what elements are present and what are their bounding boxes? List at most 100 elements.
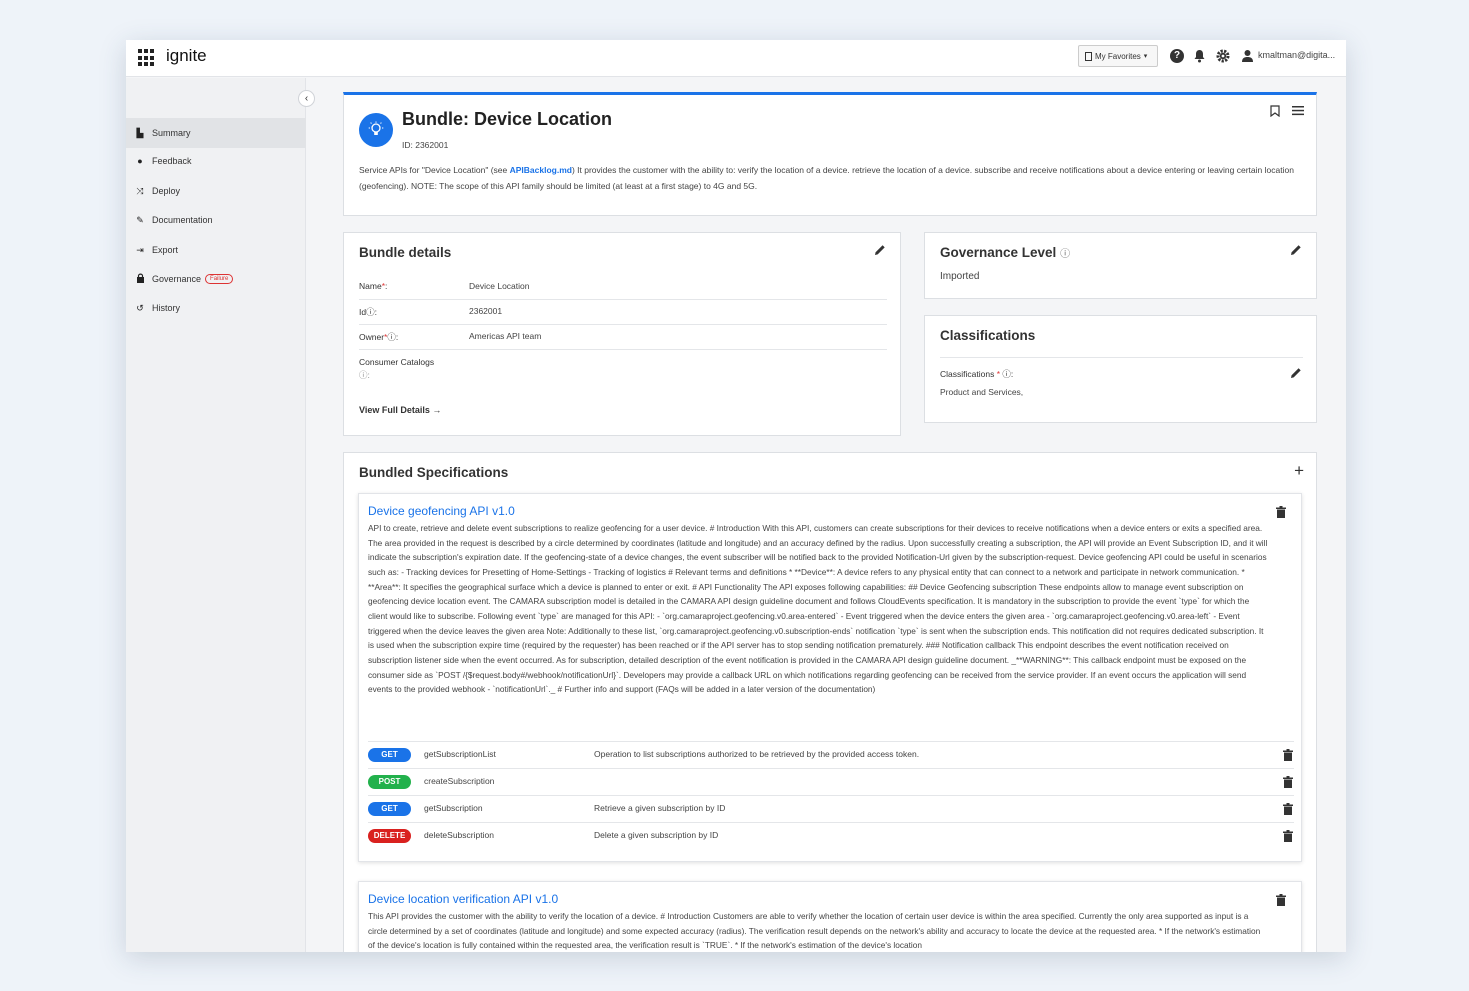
detail-row-name: Name*: Device Location [359, 281, 887, 300]
sidebar-item-label: Documentation [152, 215, 213, 225]
add-icon[interactable]: + [1294, 461, 1304, 481]
bundled-specifications-card: Bundled Specifications + Device geofenci… [343, 452, 1317, 952]
governance-value: Imported [940, 271, 980, 282]
spec-card: Device location verification API v1.0 Th… [358, 881, 1302, 952]
history-icon: ↺ [136, 302, 144, 313]
operation-row[interactable]: DELETE deleteSubscription Delete a given… [368, 822, 1294, 849]
edit-icon[interactable] [1290, 244, 1302, 256]
detail-label: Consumer Catalogs ⓘ: [359, 357, 435, 380]
sidebar: ▙ Summary ● Feedback ⤨ Deploy ✎ Document… [126, 78, 306, 952]
file-icon: ▙ [136, 127, 144, 138]
collapse-sidebar-button[interactable]: ‹ [298, 90, 315, 107]
lightbulb-icon [359, 113, 393, 147]
bookmark-icon[interactable] [1270, 105, 1280, 120]
bookmark-icon [1085, 51, 1092, 61]
sidebar-item-label: Governance [152, 274, 202, 284]
app-grid-icon[interactable] [138, 49, 156, 67]
help-icon: ⓘ [1060, 249, 1071, 260]
method-badge-post: POST [368, 775, 411, 789]
detail-value: 2362001 [469, 306, 503, 316]
detail-value: Americas API team [469, 331, 542, 341]
sidebar-item-label: Summary [152, 128, 191, 138]
user-icon[interactable] [1240, 49, 1254, 63]
edit-icon[interactable] [874, 244, 886, 256]
card-title: Classifications [940, 328, 1036, 343]
menu-icon[interactable] [1292, 105, 1304, 120]
trash-icon[interactable] [1282, 776, 1294, 791]
detail-row-consumer-catalogs: Consumer Catalogs ⓘ: [359, 356, 887, 386]
help-icon: ⓘ [387, 332, 396, 342]
brand-logo[interactable]: ignite [166, 46, 207, 66]
trash-icon[interactable] [1282, 803, 1294, 818]
operation-row[interactable]: GET getSubscriptionList Operation to lis… [368, 741, 1294, 768]
paperclip-icon: ✎ [136, 214, 144, 225]
spec-title-link[interactable]: Device geofencing API v1.0 [368, 504, 515, 518]
sidebar-item-summary[interactable]: ▙ Summary [126, 118, 306, 148]
spec-description: This API provides the customer with the … [368, 911, 1261, 951]
bundle-description: Service APIs for "Device Location" (see … [359, 162, 1303, 194]
operation-description: Delete a given subscription by ID [594, 830, 719, 840]
detail-value: Device Location [469, 281, 530, 291]
export-icon: ⇥ [136, 244, 144, 255]
operation-name: deleteSubscription [424, 830, 494, 840]
spec-card: Device geofencing API v1.0 API to create… [358, 493, 1302, 862]
bundle-header-card: Bundle: Device Location ID: 2362001 Serv… [343, 92, 1317, 216]
sidebar-item-label: History [152, 303, 181, 313]
card-title: Governance Level ⓘ [940, 245, 1071, 260]
classifications-label: Classifications * ⓘ: [940, 369, 1014, 379]
header-actions [1270, 105, 1304, 120]
sidebar-item-export[interactable]: ⇥ Export [126, 235, 306, 265]
user-name[interactable]: kmaltman@digita... [1258, 50, 1335, 60]
operation-description: Operation to list subscriptions authoriz… [594, 749, 920, 759]
sidebar-item-governance[interactable]: Governance Failure [126, 264, 306, 294]
card-title: Bundled Specifications [359, 465, 509, 480]
spec-title-link[interactable]: Device location verification API v1.0 [368, 892, 558, 906]
trash-icon[interactable] [1275, 894, 1287, 909]
trash-icon[interactable] [1282, 830, 1294, 845]
api-backlog-link[interactable]: APIBacklog.md [510, 165, 572, 175]
failure-badge: Failure [205, 274, 234, 284]
bell-icon[interactable] [1192, 49, 1206, 63]
edit-icon[interactable] [1290, 367, 1302, 379]
app-window: ignite My Favorites ▾ ? kmaltman@digita.… [126, 40, 1346, 952]
detail-row-id: Idⓘ: 2362001 [359, 306, 887, 325]
detail-label: Idⓘ: [359, 307, 377, 317]
sidebar-item-documentation[interactable]: ✎ Documentation [126, 205, 306, 235]
operation-row[interactable]: POST createSubscription [368, 768, 1294, 795]
operation-row[interactable]: GET getSubscription Retrieve a given sub… [368, 795, 1294, 822]
sidebar-item-label: Export [152, 245, 179, 255]
comment-icon: ● [137, 156, 143, 166]
description-prefix: Service APIs for "Device Location" (see [359, 165, 510, 175]
sidebar-item-label: Feedback [152, 156, 192, 166]
trash-icon[interactable] [1275, 506, 1287, 521]
method-badge-get: GET [368, 748, 411, 762]
help-icon[interactable]: ? [1170, 49, 1184, 63]
trash-icon[interactable] [1282, 749, 1294, 764]
help-icon: ⓘ [359, 370, 368, 380]
caret-down-icon: ▾ [1143, 53, 1148, 60]
gear-icon[interactable] [1216, 49, 1230, 63]
sidebar-item-history[interactable]: ↺ History [126, 293, 306, 323]
classifications-value: Product and Services, [940, 387, 1024, 397]
my-favorites-button[interactable]: My Favorites ▾ [1078, 45, 1158, 67]
sidebar-item-feedback[interactable]: ● Feedback [126, 146, 306, 176]
sidebar-item-deploy[interactable]: ⤨ Deploy [126, 176, 306, 206]
divider [940, 357, 1303, 358]
method-badge-delete: DELETE [368, 829, 411, 843]
help-icon: ⓘ [366, 307, 375, 317]
detail-label: Name*: [359, 281, 388, 291]
bundle-details-card: Bundle details Name*: Device Location Id… [343, 232, 901, 436]
card-title: Bundle details [359, 245, 452, 260]
bundle-id: ID: 2362001 [402, 140, 449, 150]
operation-name: createSubscription [424, 776, 495, 786]
operation-name: getSubscription [424, 803, 483, 813]
detail-label: Owner*ⓘ: [359, 332, 399, 342]
my-favorites-label: My Favorites [1095, 51, 1141, 61]
spec-description: API to create, retrieve and delete event… [368, 523, 1268, 695]
page-title: Bundle: Device Location [402, 109, 613, 129]
classifications-card: Classifications Classifications * ⓘ: Pro… [924, 315, 1317, 423]
lock-icon [134, 273, 146, 285]
operation-name: getSubscriptionList [424, 749, 496, 759]
view-full-details-link[interactable]: View Full Details → [359, 405, 441, 415]
sidebar-item-label: Deploy [152, 186, 181, 196]
